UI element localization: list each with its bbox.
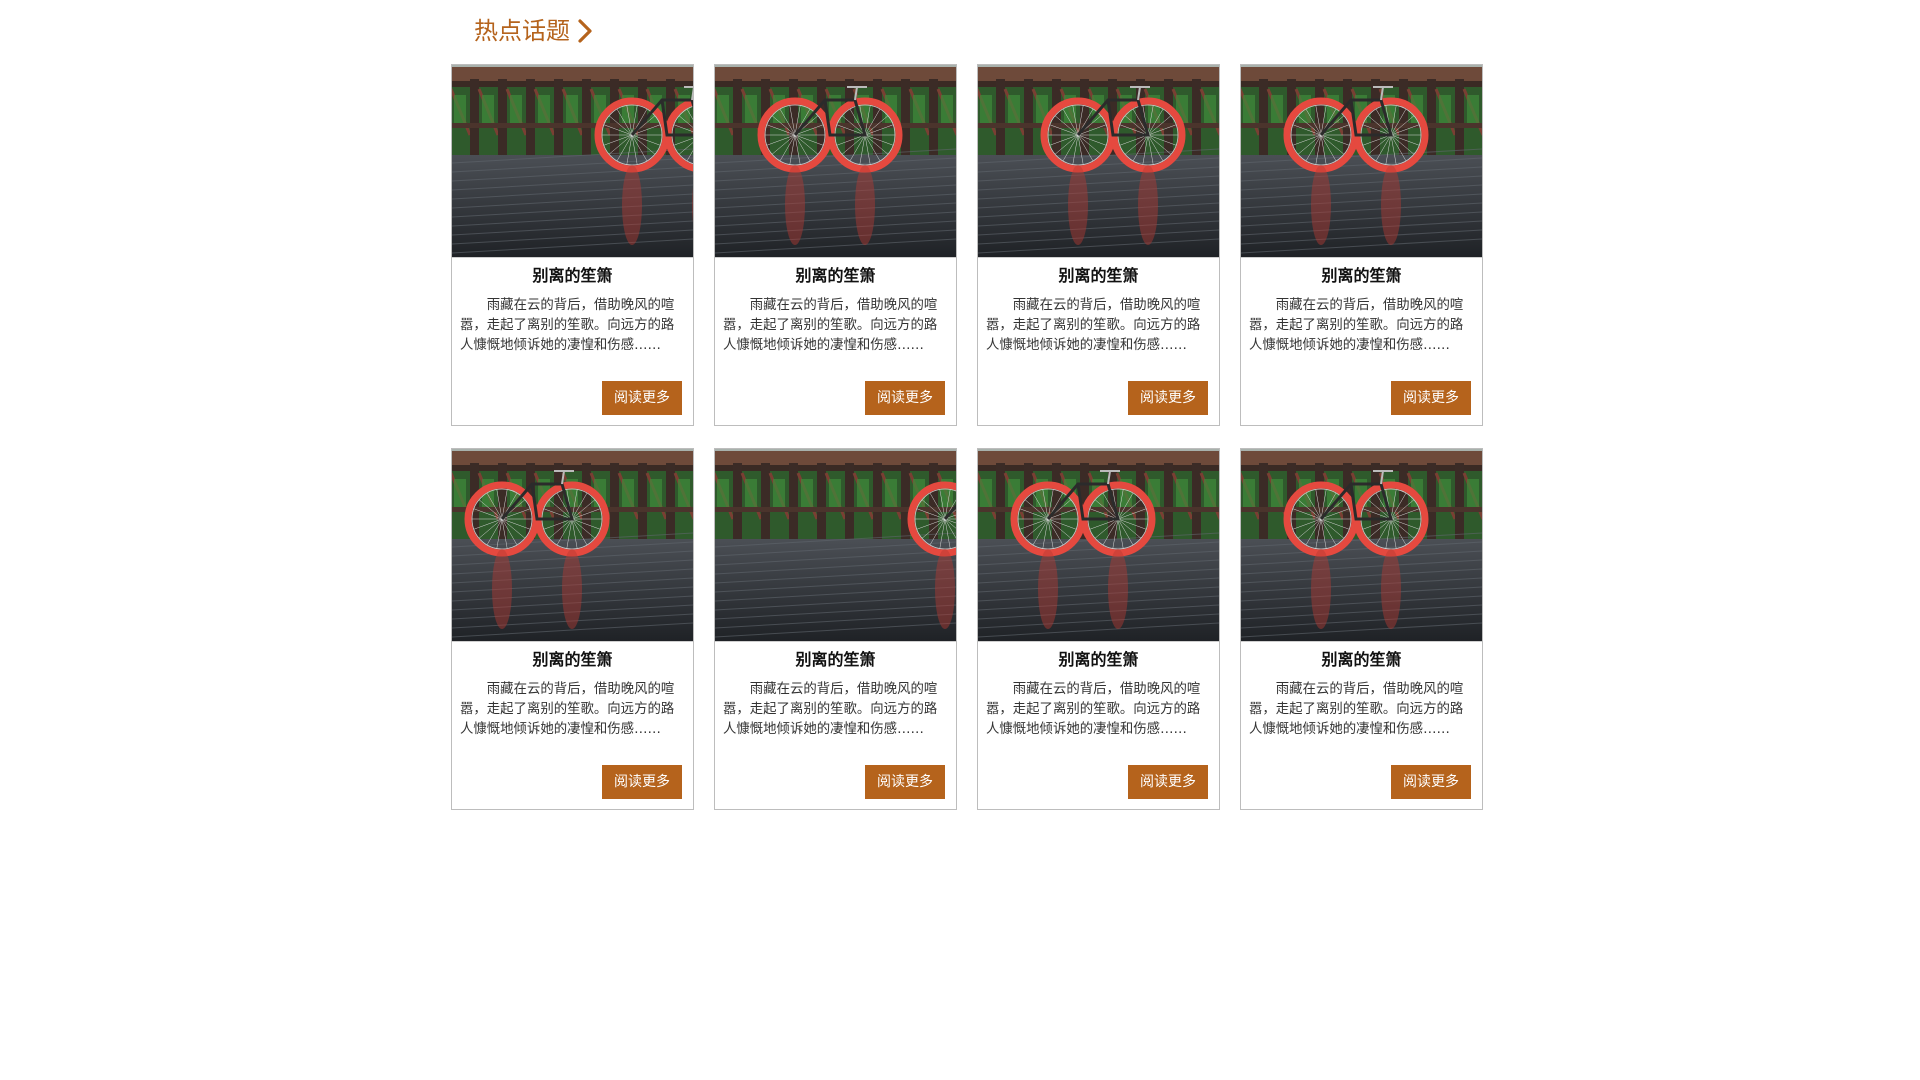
card-image[interactable]	[452, 449, 693, 642]
read-more-button[interactable]: 阅读更多	[1391, 381, 1471, 415]
card-description: 雨藏在云的背后，借助晚风的喧嚣，走起了离别的笙歌。向远方的路人慷慨地倾诉她的凄惶…	[986, 682, 1201, 737]
read-more-button[interactable]: 阅读更多	[1128, 765, 1208, 799]
bicycle-photo	[452, 449, 693, 641]
article-card: 别离的笙箫 雨藏在云的背后，借助晚风的喧嚣，走起了离别的笙歌。向远方的路人慷慨地…	[714, 64, 957, 426]
bicycle-photo	[1241, 449, 1482, 641]
read-more-button[interactable]: 阅读更多	[1128, 381, 1208, 415]
bicycle-photo	[978, 449, 1219, 641]
card-image[interactable]	[1241, 65, 1482, 258]
card-description: 雨藏在云的背后，借助晚风的喧嚣，走起了离别的笙歌。向远方的路人慷慨地倾诉她的凄惶…	[723, 682, 938, 737]
page: 热点话题 别离的笙箫 雨藏在云的背后，借助晚风的喧嚣，走起了离别的笙歌。向远方的…	[0, 0, 1920, 1080]
card-title[interactable]: 别离的笙箫	[452, 266, 693, 286]
card-description: 雨藏在云的背后，借助晚风的喧嚣，走起了离别的笙歌。向远方的路人慷慨地倾诉她的凄惶…	[1249, 298, 1464, 353]
card-description: 雨藏在云的背后，借助晚风的喧嚣，走起了离别的笙歌。向远方的路人慷慨地倾诉她的凄惶…	[986, 298, 1201, 353]
read-more-button[interactable]: 阅读更多	[865, 765, 945, 799]
card-title[interactable]: 别离的笙箫	[715, 266, 956, 286]
card-description: 雨藏在云的背后，借助晚风的喧嚣，走起了离别的笙歌。向远方的路人慷慨地倾诉她的凄惶…	[723, 298, 938, 353]
card-image[interactable]	[452, 65, 693, 258]
card-image[interactable]	[978, 449, 1219, 642]
bicycle-photo	[978, 65, 1219, 257]
card-image[interactable]	[715, 449, 956, 642]
card-title[interactable]: 别离的笙箫	[978, 650, 1219, 670]
bicycle-photo	[1241, 65, 1482, 257]
card-title[interactable]: 别离的笙箫	[1241, 650, 1482, 670]
article-card: 别离的笙箫 雨藏在云的背后，借助晚风的喧嚣，走起了离别的笙歌。向远方的路人慷慨地…	[977, 448, 1220, 810]
card-title[interactable]: 别离的笙箫	[978, 266, 1219, 286]
read-more-button[interactable]: 阅读更多	[602, 765, 682, 799]
read-more-button[interactable]: 阅读更多	[1391, 765, 1471, 799]
card-title[interactable]: 别离的笙箫	[452, 650, 693, 670]
card-title[interactable]: 别离的笙箫	[715, 650, 956, 670]
bicycle-photo	[715, 65, 956, 257]
article-card: 别离的笙箫 雨藏在云的背后，借助晚风的喧嚣，走起了离别的笙歌。向远方的路人慷慨地…	[1240, 64, 1483, 426]
card-image[interactable]	[978, 65, 1219, 258]
bicycle-photo	[715, 449, 956, 641]
bicycle-photo	[452, 65, 693, 257]
card-title[interactable]: 别离的笙箫	[1241, 266, 1482, 286]
card-description: 雨藏在云的背后，借助晚风的喧嚣，走起了离别的笙歌。向远方的路人慷慨地倾诉她的凄惶…	[1249, 682, 1464, 737]
chevron-right-icon	[576, 18, 594, 44]
section-title: 热点话题	[474, 17, 570, 45]
article-card: 别离的笙箫 雨藏在云的背后，借助晚风的喧嚣，走起了离别的笙歌。向远方的路人慷慨地…	[451, 448, 694, 810]
read-more-button[interactable]: 阅读更多	[602, 381, 682, 415]
article-card: 别离的笙箫 雨藏在云的背后，借助晚风的喧嚣，走起了离别的笙歌。向远方的路人慷慨地…	[977, 64, 1220, 426]
article-card: 别离的笙箫 雨藏在云的背后，借助晚风的喧嚣，走起了离别的笙歌。向远方的路人慷慨地…	[451, 64, 694, 426]
read-more-button[interactable]: 阅读更多	[865, 381, 945, 415]
card-grid: 别离的笙箫 雨藏在云的背后，借助晚风的喧嚣，走起了离别的笙歌。向远方的路人慷慨地…	[451, 64, 1483, 810]
card-description: 雨藏在云的背后，借助晚风的喧嚣，走起了离别的笙歌。向远方的路人慷慨地倾诉她的凄惶…	[460, 682, 675, 737]
section-header-link[interactable]: 热点话题	[474, 14, 594, 48]
article-card: 别离的笙箫 雨藏在云的背后，借助晚风的喧嚣，走起了离别的笙歌。向远方的路人慷慨地…	[1240, 448, 1483, 810]
article-card: 别离的笙箫 雨藏在云的背后，借助晚风的喧嚣，走起了离别的笙歌。向远方的路人慷慨地…	[714, 448, 957, 810]
card-image[interactable]	[1241, 449, 1482, 642]
card-image[interactable]	[715, 65, 956, 258]
card-description: 雨藏在云的背后，借助晚风的喧嚣，走起了离别的笙歌。向远方的路人慷慨地倾诉她的凄惶…	[460, 298, 675, 353]
